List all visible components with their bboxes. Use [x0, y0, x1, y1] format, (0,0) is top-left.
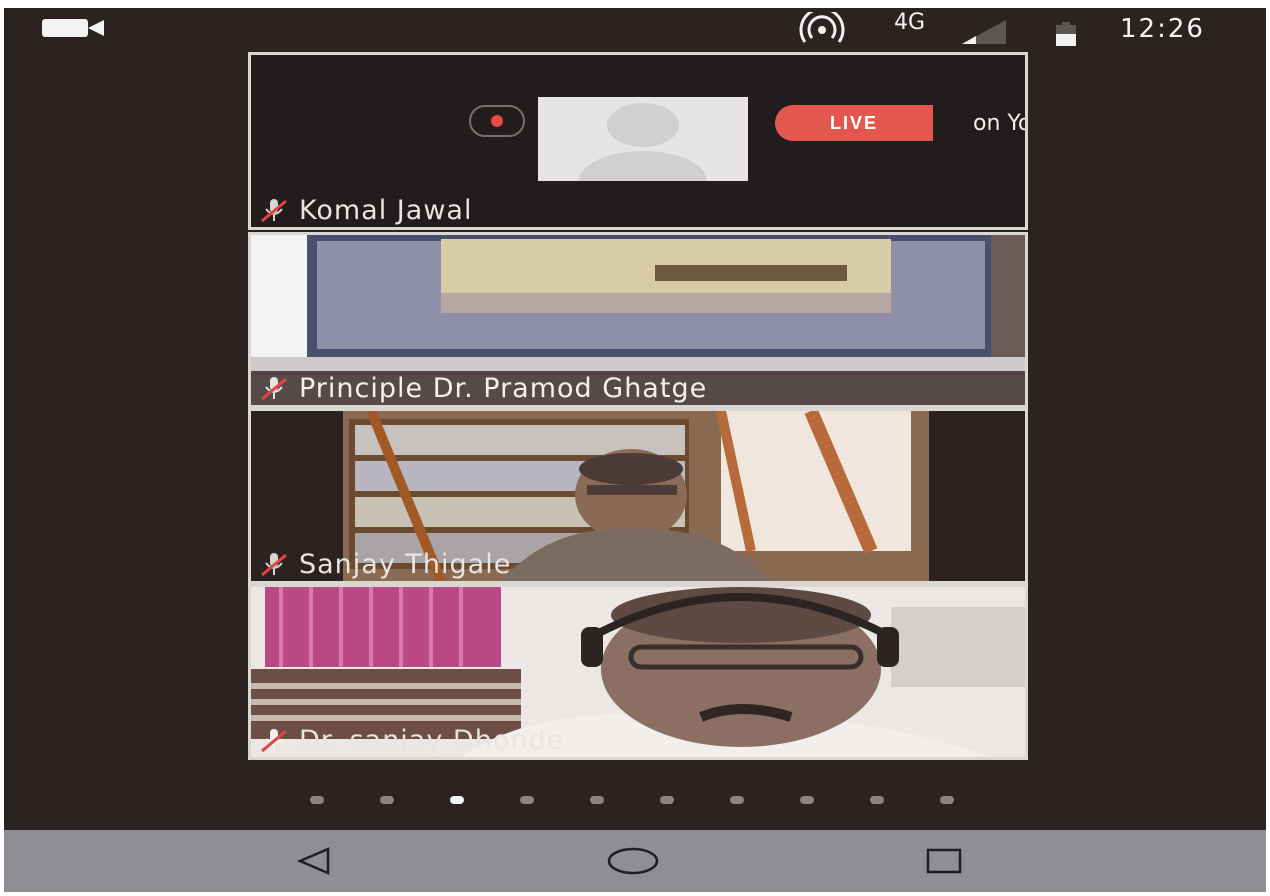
status-bar: 4G 12:26 — [4, 8, 1266, 50]
recents-icon[interactable] — [924, 846, 964, 876]
page-dot[interactable] — [520, 796, 534, 804]
hotspot-icon — [799, 12, 845, 43]
battery-icon — [1056, 22, 1076, 46]
participant-tile-dhonde[interactable]: Dr. sanjay Dhonde — [248, 584, 1028, 760]
participant-name: Dr. sanjay Dhonde — [299, 724, 565, 756]
home-icon[interactable] — [606, 846, 660, 876]
page-dot[interactable] — [800, 796, 814, 804]
page-dot-active[interactable] — [450, 796, 464, 804]
participant-name-bar: Dr. sanjay Dhonde — [251, 723, 574, 757]
page-dot[interactable] — [940, 796, 954, 804]
participant-name-bar: Sanjay Thigale — [251, 547, 521, 581]
muted-mic-icon — [261, 377, 287, 401]
participant-name: Sanjay Thigale — [299, 548, 512, 580]
muted-mic-icon — [261, 553, 287, 577]
muted-mic-icon — [261, 729, 287, 753]
page-dot[interactable] — [590, 796, 604, 804]
page-dot[interactable] — [660, 796, 674, 804]
page-dot[interactable] — [870, 796, 884, 804]
record-icon — [469, 105, 525, 137]
page-dot[interactable] — [310, 796, 324, 804]
participant-avatar — [538, 97, 748, 181]
page-indicator[interactable] — [310, 796, 1010, 804]
participant-name: Komal Jawal — [299, 194, 473, 226]
video-feed — [251, 235, 1025, 375]
participant-tile-komal[interactable]: LIVE on YouTube Komal Jawal — [248, 52, 1028, 230]
participant-name-bar: Komal Jawal — [251, 193, 482, 227]
muted-mic-icon — [261, 199, 287, 223]
live-badge[interactable]: LIVE — [775, 105, 933, 141]
android-nav-bar — [4, 830, 1266, 892]
signal-icon — [962, 20, 1006, 44]
network-type: 4G — [894, 10, 926, 35]
clock: 12:26 — [1120, 14, 1205, 44]
page-dot[interactable] — [730, 796, 744, 804]
phone-screen: 4G 12:26 LIVE on YouTube — [4, 8, 1266, 892]
live-platform-label: on YouTube — [973, 111, 1025, 136]
participant-tile-thigale[interactable]: Sanjay Thigale — [248, 408, 1028, 584]
page-dot[interactable] — [380, 796, 394, 804]
participant-name: Principle Dr. Pramod Ghatge — [299, 372, 708, 404]
participant-tile-pramod[interactable]: Principle Dr. Pramod Ghatge — [248, 232, 1028, 408]
participant-name-bar: Principle Dr. Pramod Ghatge — [251, 371, 1025, 405]
back-icon[interactable] — [296, 846, 332, 876]
video-camera-icon — [42, 19, 104, 37]
